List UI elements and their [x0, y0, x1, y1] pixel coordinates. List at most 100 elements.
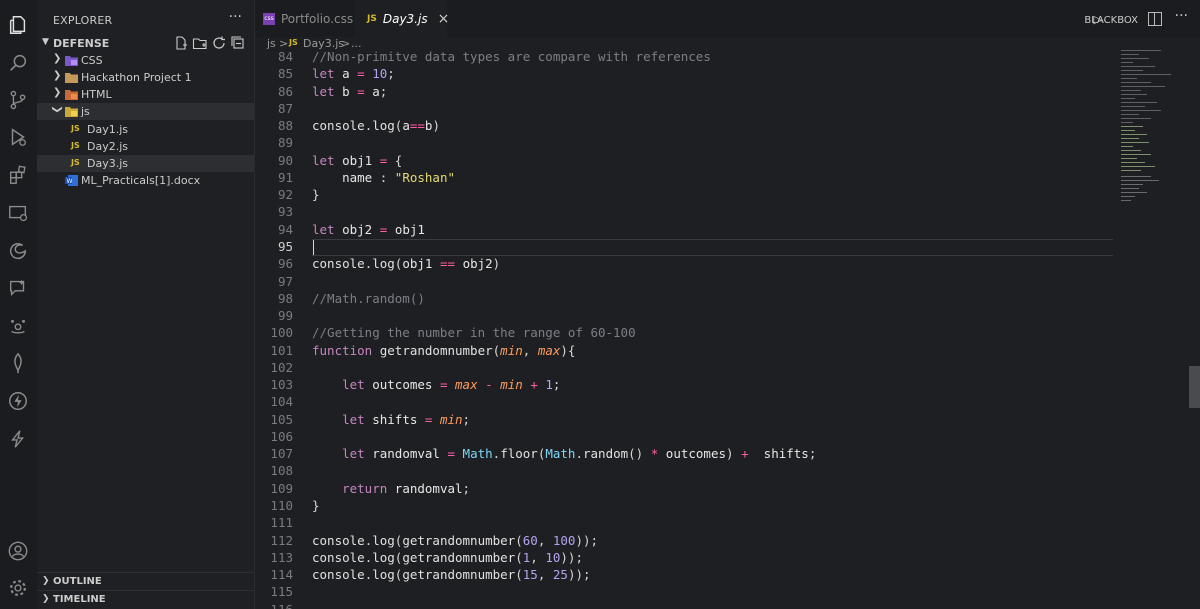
line-number: 96 — [277, 256, 293, 272]
tree-file-docx[interactable]: W ML_Practicals[1].docx — [37, 172, 254, 189]
refresh-icon[interactable] — [211, 35, 227, 51]
tab-portfolio-css[interactable]: css Portfolio.css — [255, 0, 355, 37]
extensions-icon[interactable] — [7, 164, 29, 186]
tree-file-day3[interactable]: JS Day3.js — [37, 155, 254, 172]
code-line[interactable]: 106 — [255, 429, 1200, 446]
chevron-right-icon: ❯ — [42, 576, 50, 586]
new-folder-icon[interactable] — [192, 35, 208, 51]
code-line[interactable]: 98 //Math.random() — [255, 291, 1200, 308]
tree-folder-html[interactable]: ❯ HTML — [37, 86, 254, 103]
code-line[interactable]: 84 //Non-primitve data types are compare … — [255, 51, 1200, 66]
code-line[interactable]: 100 //Getting the number in the range of … — [255, 325, 1200, 342]
code-line[interactable]: 109 return randomval; — [255, 481, 1200, 498]
code-line[interactable]: 96 console.log(obj1 == obj2) — [255, 256, 1200, 273]
code-line[interactable]: 111 — [255, 515, 1200, 532]
line-number: 103 — [270, 377, 293, 393]
tree-file-day2[interactable]: JS Day2.js — [37, 138, 254, 155]
collapse-all-icon[interactable] — [230, 35, 246, 51]
code-line[interactable]: 89 — [255, 135, 1200, 152]
blackbox-icon[interactable] — [7, 314, 29, 336]
line-code: name : "Roshan" — [342, 169, 456, 185]
chevron-right-icon: ❯ — [42, 594, 50, 604]
workspace-root[interactable]: ▼ DEFENSE — [37, 34, 254, 52]
line-code: } — [312, 498, 320, 514]
editor-scrollbar-thumb[interactable] — [1189, 366, 1200, 408]
code-line[interactable]: 114 console.log(getrandomnumber(15, 25)); — [255, 567, 1200, 584]
code-line[interactable]: 97 — [255, 274, 1200, 291]
code-line[interactable]: 85 let a = 10; — [255, 66, 1200, 83]
code-line[interactable]: 101 function getrandomnumber(min, max){ — [255, 343, 1200, 360]
code-line[interactable]: 112 console.log(getrandomnumber(60, 100))… — [255, 533, 1200, 550]
chevron-right-icon: ❯ — [53, 53, 62, 64]
breadcrumb-more[interactable]: ... — [351, 37, 362, 50]
line-code: console.log(getrandomnumber(60, 100)); — [312, 532, 599, 548]
code-line[interactable]: 113 console.log(getrandomnumber(1, 10)); — [255, 550, 1200, 567]
code-line[interactable]: 102 — [255, 360, 1200, 377]
code-line[interactable]: 88 console.log(a==b) — [255, 118, 1200, 135]
css-file-icon: css — [263, 12, 275, 25]
explorer-icon[interactable] — [7, 14, 29, 36]
code-line[interactable]: 95 — [255, 238, 1200, 256]
source-control-icon[interactable] — [7, 89, 29, 111]
line-code: //Getting the number in the range of 60-… — [312, 325, 636, 341]
code-line[interactable]: 110} — [255, 498, 1200, 515]
code-editor[interactable]: 84 //Non-primitve data types are compare … — [255, 51, 1200, 609]
code-line[interactable]: 92} — [255, 187, 1200, 204]
account-icon[interactable] — [7, 540, 29, 562]
tree-folder-js[interactable]: ❯ js — [37, 103, 254, 120]
minimap[interactable] — [1119, 48, 1187, 208]
line-code: function getrandomnumber(min, max){ — [312, 342, 576, 358]
blackbox-label[interactable]: BLACKBOX — [1084, 15, 1138, 26]
line-number: 101 — [270, 342, 293, 358]
explorer-more-icon[interactable]: ··· — [229, 9, 242, 25]
outline-panel-header[interactable]: ❯ OUTLINE — [37, 572, 254, 590]
code-line[interactable]: 107 let randomval = Math.floor(Math.rand… — [255, 446, 1200, 463]
tree-folder-css[interactable]: ❯ CSS — [37, 52, 254, 69]
copilot-icon[interactable] — [7, 277, 29, 299]
code-line[interactable]: 99 — [255, 308, 1200, 325]
tree-item-label: Hackathon Project 1 — [81, 71, 192, 84]
code-line[interactable]: 108 — [255, 463, 1200, 480]
code-line[interactable]: 116 — [255, 602, 1200, 609]
breadcrumb-folder[interactable]: js — [267, 37, 276, 50]
tab-day3-js[interactable]: JS Day3.js × — [355, 0, 450, 37]
edge-icon[interactable] — [7, 240, 29, 262]
code-line[interactable]: 93 — [255, 204, 1200, 221]
tree-folder-hackathon[interactable]: ❯ Hackathon Project 1 — [37, 69, 254, 86]
thunder-client-icon[interactable] — [7, 390, 29, 412]
remote-explorer-icon[interactable] — [7, 202, 29, 224]
code-line[interactable]: 103 let outcomes = max - min + 1; — [255, 377, 1200, 394]
explorer-sidebar: EXPLORER ··· ▼ DEFENSE ❯ CSS ❯ Hackathon… — [37, 0, 255, 609]
editor-tabs: css Portfolio.css JS Day3.js × ▷ BLACKBO… — [255, 0, 1200, 37]
more-actions-icon[interactable]: ··· — [1175, 8, 1188, 24]
code-line[interactable]: 104 — [255, 394, 1200, 411]
new-file-icon[interactable] — [173, 35, 189, 51]
line-code: console.log(a==b) — [312, 118, 440, 134]
run-debug-icon[interactable] — [7, 126, 29, 148]
settings-gear-icon[interactable] — [7, 577, 29, 599]
code-line[interactable]: 90 let obj1 = { — [255, 153, 1200, 170]
code-line[interactable]: 94 let obj2 = obj1 — [255, 222, 1200, 239]
mongodb-leaf-icon[interactable] — [7, 352, 29, 374]
line-code: //Math.random() — [312, 290, 425, 306]
chevron-right-icon: ❯ — [53, 70, 62, 81]
js-file-icon: JS — [367, 13, 377, 24]
code-line[interactable]: 115 — [255, 584, 1200, 601]
search-icon[interactable] — [7, 52, 29, 74]
split-editor-icon[interactable] — [1148, 12, 1162, 26]
line-code: let obj2 = obj1 — [312, 221, 425, 237]
timeline-panel-header[interactable]: ❯ TIMELINE — [37, 590, 254, 608]
line-number: 110 — [270, 498, 293, 514]
line-number: 116 — [255, 602, 293, 609]
code-line[interactable]: 91 name : "Roshan" — [255, 170, 1200, 187]
line-number: 107 — [270, 446, 293, 462]
tree-file-day1[interactable]: JS Day1.js — [37, 121, 254, 138]
code-line[interactable]: 86 let b = a; — [255, 84, 1200, 101]
close-icon[interactable]: × — [438, 11, 450, 27]
line-number: 87 — [277, 100, 293, 116]
code-line[interactable]: 87 — [255, 101, 1200, 118]
breadcrumb-file[interactable]: Day3.js — [303, 37, 344, 50]
code-line[interactable]: 105 let shifts = min; — [255, 412, 1200, 429]
js-file-icon: JS — [289, 38, 298, 47]
lightning-icon[interactable] — [7, 428, 29, 450]
